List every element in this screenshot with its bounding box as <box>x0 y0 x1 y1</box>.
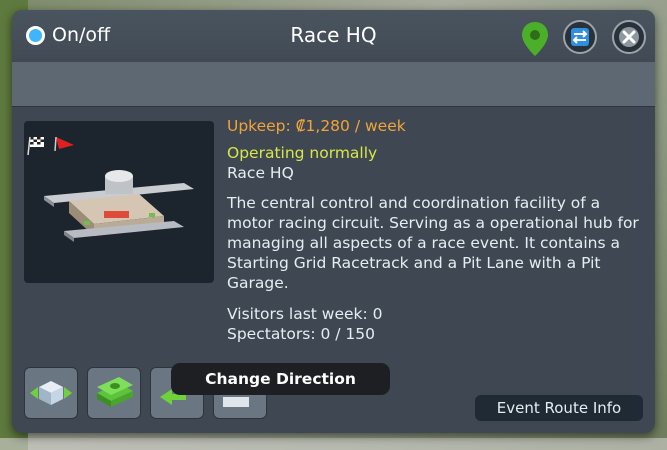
building-description: The central control and coordination fac… <box>227 194 639 292</box>
checkered-flag-icon <box>27 136 44 156</box>
building-info-panel: On/off Race HQ Upkeep: ₡1,280 / week Ope… <box>12 10 655 433</box>
race-hq-model <box>44 170 194 242</box>
tooltip: Change Direction <box>171 363 390 395</box>
money-icon <box>97 377 133 407</box>
event-route-info-button[interactable]: Event Route Info <box>475 395 643 421</box>
move-building-button[interactable] <box>24 367 78 419</box>
building-info: Upkeep: ₡1,280 / week Operating normally… <box>227 116 647 344</box>
spectators-stat: Spectators: 0 / 150 <box>227 325 375 343</box>
visitors-stat: Visitors last week: 0 <box>227 305 383 323</box>
status-text: Operating normally <box>227 144 378 162</box>
routes-button[interactable] <box>563 20 597 54</box>
upkeep-text: Upkeep: ₡1,280 / week <box>227 117 406 135</box>
close-icon <box>619 27 639 47</box>
routes-icon <box>571 28 589 46</box>
close-button[interactable] <box>612 20 646 54</box>
move-building-icon <box>30 381 72 405</box>
building-thumbnail <box>24 121 214 283</box>
panel-subheader-bar <box>12 62 655 107</box>
background-road <box>0 438 667 450</box>
panel-titlebar: On/off Race HQ <box>12 10 655 62</box>
building-name: Race HQ <box>227 164 294 182</box>
building-stats: Visitors last week: 0 Spectators: 0 / 15… <box>227 304 647 344</box>
red-flag-icon <box>54 136 74 152</box>
money-button[interactable] <box>87 367 141 419</box>
panel-title: Race HQ <box>290 23 377 47</box>
location-pin-icon[interactable] <box>520 21 550 57</box>
